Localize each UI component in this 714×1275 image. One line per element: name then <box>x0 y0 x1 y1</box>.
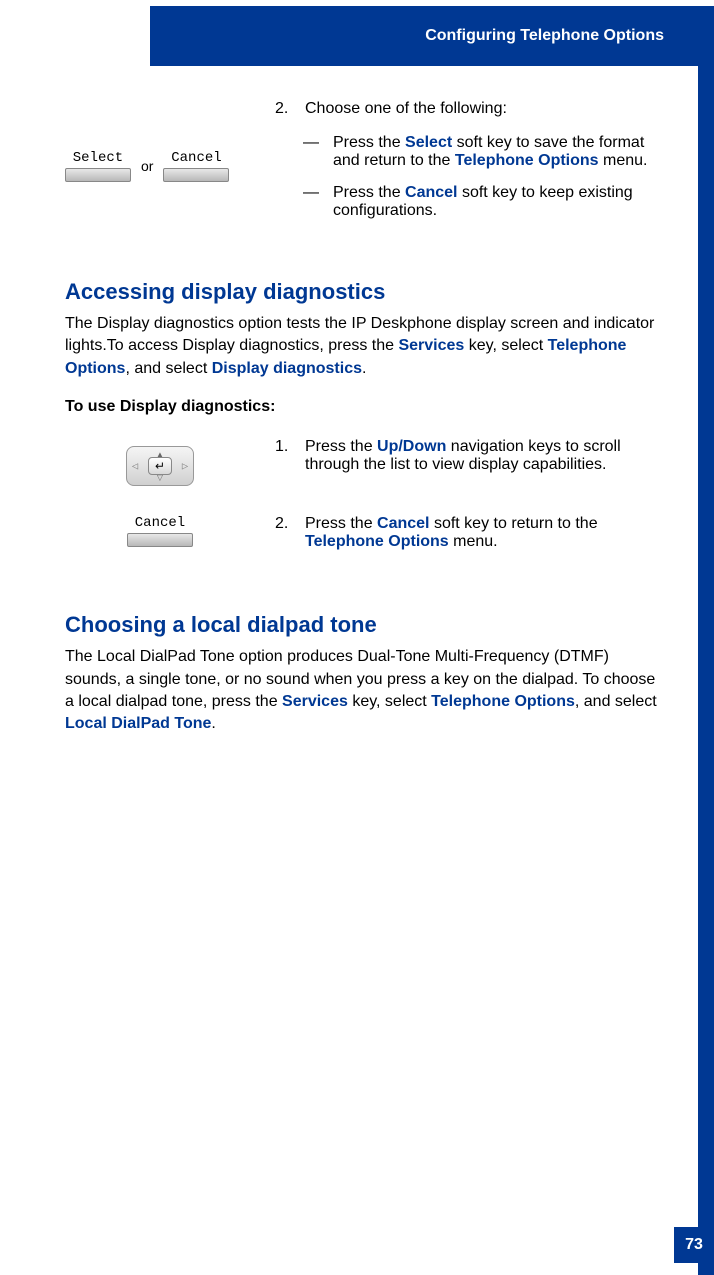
navpad-illustration-col: ▲ ▽ ◁ ▷ ↵ <box>65 438 255 490</box>
nav-pad-icon: ▲ ▽ ◁ ▷ ↵ <box>126 446 194 486</box>
step-text: Press the Up/Down navigation keys to scr… <box>305 438 659 474</box>
step-intro: Choose one of the following: <box>305 100 659 118</box>
select-highlight: Select <box>405 134 452 151</box>
step-text-col: 2. Choose one of the following: — Press … <box>275 100 659 234</box>
updown-highlight: Up/Down <box>377 438 446 455</box>
cancel-highlight: Cancel <box>377 515 429 532</box>
services-highlight: Services <box>282 693 348 710</box>
sub-item-text: Press the Select soft key to save the fo… <box>333 134 659 170</box>
softkey-illustration: Select or Cancel <box>65 100 255 234</box>
step-num: 1. <box>275 438 293 474</box>
telephone-options-highlight: Telephone Options <box>455 152 599 169</box>
step-row-cancel: Cancel 2. Press the Cancel soft key to r… <box>65 515 659 567</box>
header-title: Configuring Telephone Options <box>425 27 664 45</box>
heading-display-diagnostics: Accessing display diagnostics <box>65 279 659 305</box>
cancel-highlight: Cancel <box>405 184 457 201</box>
cancel-key-illustration: Cancel <box>65 515 255 567</box>
cancel-softkey-button-icon <box>163 168 229 182</box>
step-num: 2. <box>275 515 293 551</box>
telephone-options-highlight: Telephone Options <box>305 533 449 550</box>
step-2: 2. Choose one of the following: <box>275 100 659 118</box>
dash-icon: — <box>303 134 321 170</box>
sub-item-text: Press the Cancel soft key to keep existi… <box>333 184 659 220</box>
step-1: 1. Press the Up/Down navigation keys to … <box>275 438 659 474</box>
content-area: Select or Cancel 2. Choose one of the fo… <box>65 100 659 1215</box>
select-softkey-label: Select <box>73 150 123 166</box>
body-dialpad-tone: The Local DialPad Tone option produces D… <box>65 646 659 736</box>
step-num: 2. <box>275 100 293 118</box>
heading-dialpad-tone: Choosing a local dialpad tone <box>65 612 659 638</box>
select-softkey: Select <box>65 150 131 182</box>
subhead-use-display-diag: To use Display diagnostics: <box>65 398 659 416</box>
enter-key-icon: ↵ <box>148 457 172 475</box>
step-text-col: 1. Press the Up/Down navigation keys to … <box>275 438 659 490</box>
left-arrow-icon: ◁ <box>132 462 138 471</box>
step-2-diag: 2. Press the Cancel soft key to return t… <box>275 515 659 551</box>
dash-icon: — <box>303 184 321 220</box>
telephone-options-highlight: Telephone Options <box>431 693 575 710</box>
body-display-diagnostics: The Display diagnostics option tests the… <box>65 313 659 380</box>
select-softkey-button-icon <box>65 168 131 182</box>
side-bar <box>698 60 714 1275</box>
step-row-top: Select or Cancel 2. Choose one of the fo… <box>65 100 659 234</box>
step-text-col: 2. Press the Cancel soft key to return t… <box>275 515 659 567</box>
step-row-navpad: ▲ ▽ ◁ ▷ ↵ 1. Press the Up/Down navigatio… <box>65 438 659 490</box>
cancel-softkey-button-icon <box>127 533 193 547</box>
cancel-softkey: Cancel <box>163 150 229 182</box>
step-text: Press the Cancel soft key to return to t… <box>305 515 659 551</box>
or-text: or <box>141 158 153 174</box>
sub-item-cancel: — Press the Cancel soft key to keep exis… <box>275 184 659 220</box>
page-number: 73 <box>685 1236 703 1254</box>
services-highlight: Services <box>398 337 464 354</box>
page-number-box: 73 <box>674 1227 714 1263</box>
local-dialpad-tone-highlight: Local DialPad Tone <box>65 715 211 732</box>
right-arrow-icon: ▷ <box>182 462 188 471</box>
sub-item-select: — Press the Select soft key to save the … <box>275 134 659 170</box>
softkey-group: Select or Cancel <box>65 150 255 182</box>
cancel-softkey-label: Cancel <box>171 150 221 166</box>
display-diagnostics-highlight: Display diagnostics <box>212 360 362 377</box>
nav-pad-body: ▲ ▽ ◁ ▷ ↵ <box>126 446 194 486</box>
cancel-softkey-label: Cancel <box>135 515 185 531</box>
header-bar: Configuring Telephone Options <box>150 6 714 66</box>
cancel-softkey-2: Cancel <box>127 515 193 567</box>
